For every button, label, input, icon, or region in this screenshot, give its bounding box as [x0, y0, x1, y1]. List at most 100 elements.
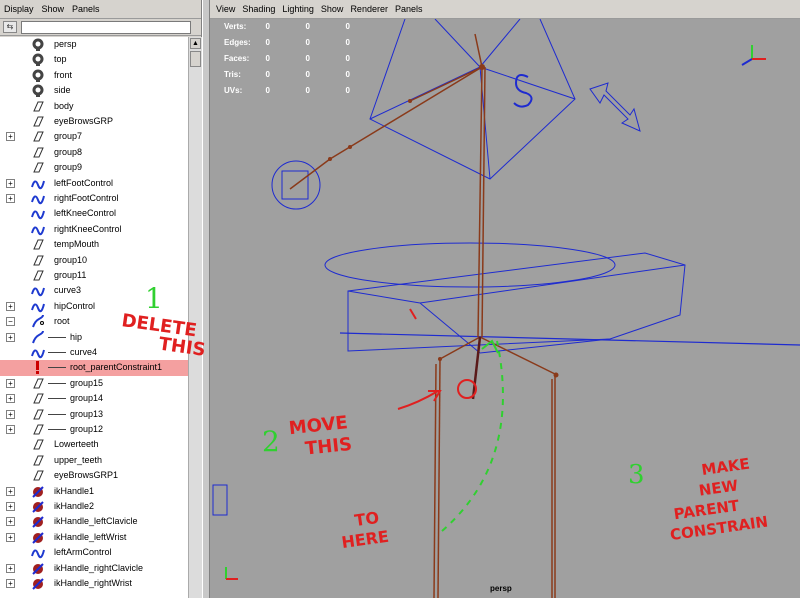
outliner-filterbar: ⇆ — [0, 19, 201, 36]
camera-icon — [30, 37, 46, 52]
outliner-row[interactable]: + group14 — [0, 391, 188, 406]
ik-icon — [30, 576, 46, 591]
expand-icon[interactable]: + — [6, 563, 15, 573]
panel-splitter[interactable] — [202, 0, 210, 598]
outliner-row[interactable]: + group15 — [0, 376, 188, 391]
ik-icon — [30, 499, 46, 514]
outliner-row-label: body — [54, 100, 74, 111]
expand-icon[interactable]: + — [6, 301, 15, 311]
joint-icon — [30, 314, 46, 329]
menu-panels[interactable]: Panels — [72, 4, 100, 14]
outliner-scrollbar[interactable]: ▲ — [188, 37, 202, 598]
viewport-menubar: View Shading Lighting Show Renderer Pane… — [210, 0, 800, 19]
outliner-row[interactable]: eyeBrowsGRP — [0, 114, 188, 129]
hud-label: Faces: — [224, 54, 250, 63]
menu-show[interactable]: Show — [42, 4, 65, 14]
outliner-row-label: side — [54, 85, 71, 96]
scroll-up-icon[interactable]: ▲ — [190, 38, 201, 49]
outliner-row[interactable]: + group12 — [0, 422, 188, 437]
outliner-row-label: tempMouth — [54, 239, 100, 250]
outliner-row[interactable]: top — [0, 52, 188, 67]
outliner-row[interactable]: group8 — [0, 145, 188, 160]
curve-icon — [30, 206, 46, 221]
head-control-wireframe — [369, 19, 576, 180]
hud-value: 0 — [345, 70, 350, 79]
expand-icon[interactable]: + — [6, 486, 15, 496]
expand-icon[interactable]: + — [6, 579, 15, 588]
expand-icon[interactable]: + — [6, 517, 15, 527]
annotation-step1-number: 1 — [145, 282, 163, 315]
expand-icon[interactable]: + — [6, 425, 15, 434]
outliner-row-label: front — [54, 69, 73, 80]
outliner-row[interactable]: + ikHandle1 — [0, 484, 188, 499]
double-arrow-control — [589, 82, 641, 132]
mesh-icon — [30, 129, 46, 144]
constraint-icon — [30, 360, 46, 375]
filter-toggle-button[interactable]: ⇆ — [3, 21, 17, 33]
expand-icon[interactable]: + — [6, 502, 15, 511]
outliner-row[interactable]: group10 — [0, 253, 188, 268]
outliner-menubar: Display Show Panels — [0, 0, 201, 19]
outliner-row[interactable]: + ikHandle_leftClavicle — [0, 514, 188, 529]
menu-display[interactable]: Display — [4, 4, 34, 14]
outliner-row[interactable]: + group7 — [0, 129, 188, 144]
outliner-row-label: eyeBrowsGRP1 — [54, 470, 119, 481]
menu-panels[interactable]: Panels — [395, 4, 423, 14]
scroll-thumb[interactable] — [190, 51, 201, 67]
expand-icon[interactable]: + — [6, 378, 15, 388]
outliner-row[interactable]: body — [0, 99, 188, 114]
outliner-row[interactable]: + rightFootControl — [0, 191, 188, 206]
outliner-row-label: ikHandle_rightClavicle — [54, 562, 144, 573]
menu-shading[interactable]: Shading — [242, 4, 275, 14]
collapse-icon[interactable]: − — [6, 317, 15, 327]
expand-icon[interactable]: + — [6, 532, 15, 542]
curve-icon — [30, 299, 46, 314]
outliner-row[interactable]: leftArmControl — [0, 545, 188, 560]
outliner-row-label: ikHandle_rightWrist — [54, 578, 132, 588]
outliner-row[interactable]: upper_teeth — [0, 453, 188, 468]
outliner-row[interactable]: + leftFootControl — [0, 176, 188, 191]
menu-renderer[interactable]: Renderer — [350, 4, 388, 14]
expand-icon[interactable]: + — [6, 409, 15, 419]
expand-icon[interactable]: + — [6, 194, 15, 203]
menu-view[interactable]: View — [216, 4, 235, 14]
outliner-row[interactable]: + ikHandle_leftWrist — [0, 530, 188, 545]
outliner-row[interactable]: + group13 — [0, 407, 188, 422]
curve-icon — [30, 191, 46, 206]
outliner-filter-input[interactable] — [21, 20, 191, 34]
hud-value: 0 — [265, 86, 270, 95]
outliner-row[interactable]: group9 — [0, 160, 188, 175]
menu-show[interactable]: Show — [321, 4, 344, 14]
expand-icon[interactable]: + — [6, 178, 15, 188]
ik-icon — [30, 530, 46, 545]
r-glyph-red — [409, 308, 417, 320]
outliner-row-label: root_parentConstraint1 — [70, 362, 163, 373]
outliner-row[interactable]: + ikHandle2 — [0, 499, 188, 514]
outliner-row[interactable]: eyeBrowsGRP1 — [0, 468, 188, 483]
expand-icon[interactable]: + — [6, 394, 15, 404]
expand-icon[interactable]: + — [6, 132, 15, 142]
outliner-row[interactable]: persp — [0, 37, 188, 52]
outliner-row-label: group14 — [70, 393, 104, 404]
hud-row: Verts: 0 0 0 — [224, 22, 354, 36]
outliner-row[interactable]: front — [0, 68, 188, 83]
menu-lighting[interactable]: Lighting — [282, 4, 314, 14]
mesh-icon — [30, 453, 46, 468]
outliner-row[interactable]: Lowerteeth — [0, 437, 188, 452]
hud-value: 0 — [345, 22, 350, 31]
outliner-row[interactable]: tempMouth — [0, 237, 188, 252]
ik-icon — [30, 561, 46, 576]
outliner-row[interactable]: side — [0, 83, 188, 98]
outliner-row[interactable]: + ikHandle_rightWrist — [0, 576, 188, 591]
outliner-row[interactable]: + ikHandle_rightClavicle — [0, 561, 188, 576]
outliner-row[interactable]: leftKneeControl — [0, 206, 188, 221]
outliner-row[interactable]: root_parentConstraint1 — [0, 360, 188, 376]
hud-value: 0 — [305, 22, 310, 31]
hud-label: UVs: — [224, 86, 243, 95]
outliner-row[interactable]: rightKneeControl — [0, 222, 188, 237]
hud-value: 0 — [265, 54, 270, 63]
hud-label: Edges: — [224, 38, 251, 47]
outliner-row-label: eyeBrowsGRP — [54, 116, 114, 126]
expand-icon[interactable]: + — [6, 332, 15, 342]
outliner-row-label: ikHandle_leftClavicle — [54, 516, 138, 527]
